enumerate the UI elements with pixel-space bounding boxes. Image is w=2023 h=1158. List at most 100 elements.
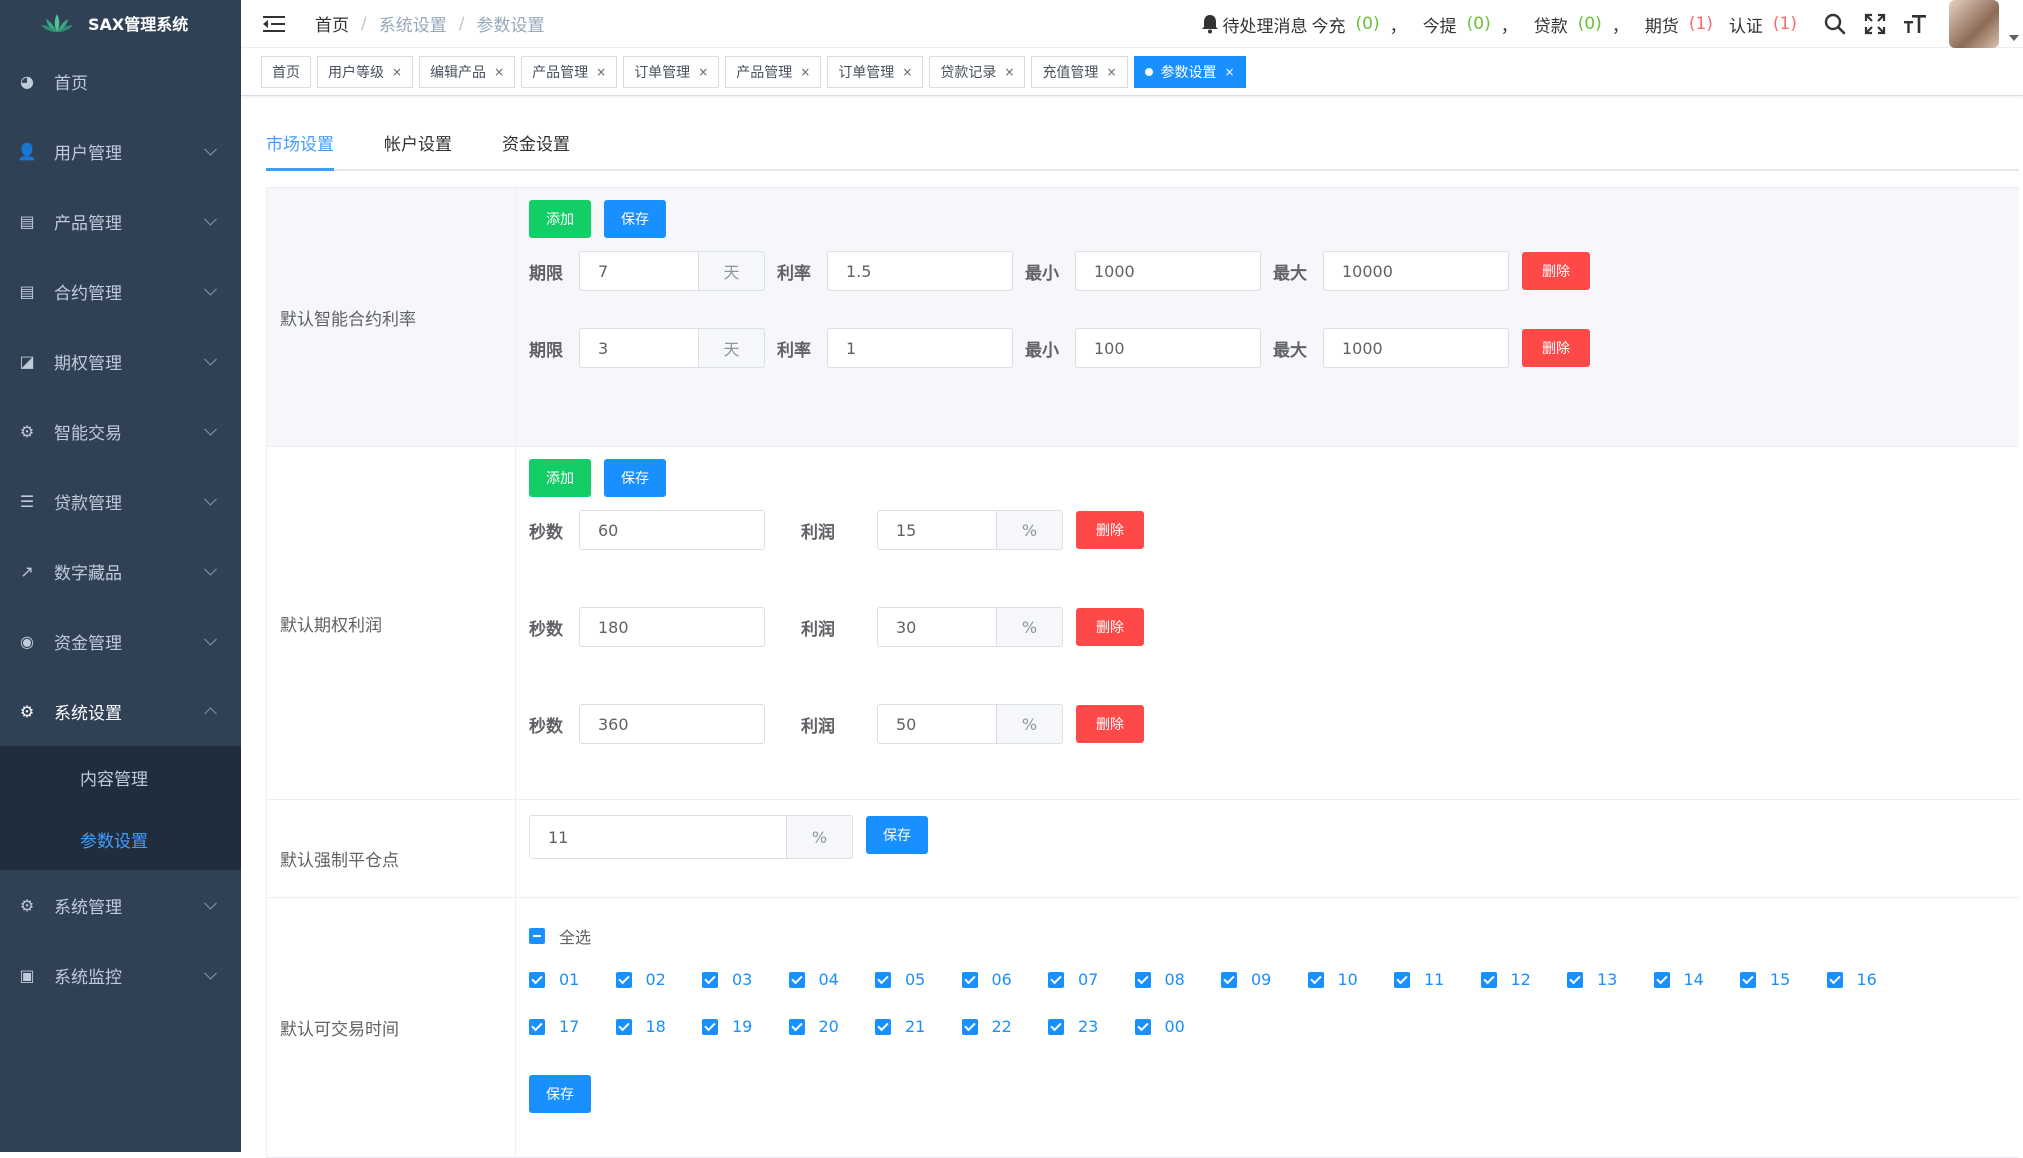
sidebar-item[interactable]: ◪期权管理 [0, 326, 241, 396]
hour-checkbox[interactable]: 00 [1135, 1017, 1222, 1036]
sidebar-item[interactable]: ⚙系统管理 [0, 870, 241, 940]
checkbox-checked-icon [1481, 972, 1497, 988]
tab-item[interactable]: 资金设置 [502, 130, 570, 169]
hour-checkbox[interactable]: 19 [702, 1017, 789, 1036]
sidebar-item[interactable]: ◕首页 [0, 46, 241, 116]
tag-item[interactable]: 参数设置× [1134, 56, 1246, 88]
font-size-icon[interactable] [1903, 12, 1927, 36]
delete-button[interactable]: 删除 [1522, 252, 1590, 290]
max-input[interactable]: 1000 [1323, 328, 1509, 368]
sidebar-item[interactable]: ☰贷款管理 [0, 466, 241, 536]
hour-checkbox[interactable]: 14 [1654, 970, 1741, 989]
period-input[interactable]: 3 [579, 328, 699, 368]
delete-button[interactable]: 删除 [1076, 511, 1144, 549]
breadcrumb-item[interactable]: 首页 [315, 11, 349, 36]
save-button[interactable]: 保存 [604, 459, 666, 497]
select-all-checkbox[interactable]: 全选 [529, 924, 591, 948]
profit-input[interactable]: 30 [877, 607, 997, 647]
sidebar-item[interactable]: ⚙智能交易 [0, 396, 241, 466]
tag-item[interactable]: 订单管理× [623, 56, 719, 88]
delete-button[interactable]: 删除 [1076, 705, 1144, 743]
hour-checkbox[interactable]: 11 [1394, 970, 1481, 989]
add-button[interactable]: 添加 [529, 459, 591, 497]
profit-input[interactable]: 15 [877, 510, 997, 550]
submenu-item[interactable]: 参数设置 [0, 808, 241, 870]
sidebar-item-label: 首页 [54, 69, 88, 94]
delete-button[interactable]: 删除 [1076, 608, 1144, 646]
add-button[interactable]: 添加 [529, 200, 591, 238]
hour-label: 07 [1078, 970, 1098, 989]
close-icon[interactable]: × [1004, 65, 1014, 79]
hour-checkbox[interactable]: 02 [616, 970, 703, 989]
sidebar-item[interactable]: ◉资金管理 [0, 606, 241, 676]
caret-down-icon[interactable] [2009, 35, 2019, 41]
max-input[interactable]: 10000 [1323, 251, 1509, 291]
period-input[interactable]: 7 [579, 251, 699, 291]
hour-checkbox[interactable]: 21 [875, 1017, 962, 1036]
fullscreen-icon[interactable] [1863, 12, 1887, 36]
close-icon[interactable]: × [494, 65, 504, 79]
sidebar-item[interactable]: ⚙系统设置 [0, 676, 241, 746]
sidebar-item[interactable]: ↗数字藏品 [0, 536, 241, 606]
logo[interactable]: SAX管理系统 [0, 0, 241, 46]
hour-checkbox[interactable]: 06 [962, 970, 1049, 989]
close-icon[interactable]: × [800, 65, 810, 79]
save-button[interactable]: 保存 [604, 200, 666, 238]
tab-item[interactable]: 市场设置 [266, 130, 334, 169]
seconds-input[interactable]: 60 [579, 510, 765, 550]
hour-checkbox[interactable]: 22 [962, 1017, 1049, 1036]
close-icon[interactable]: × [392, 65, 402, 79]
tag-item[interactable]: 编辑产品× [419, 56, 515, 88]
hour-checkbox[interactable]: 17 [529, 1017, 616, 1036]
close-icon[interactable]: × [1106, 65, 1116, 79]
tag-item[interactable]: 首页 [261, 56, 311, 88]
close-icon[interactable]: × [1225, 65, 1235, 79]
tag-item[interactable]: 充值管理× [1031, 56, 1127, 88]
search-icon[interactable] [1823, 12, 1847, 36]
liquidation-input[interactable]: 11 [529, 815, 787, 859]
tag-item[interactable]: 产品管理× [521, 56, 617, 88]
hour-checkbox[interactable]: 01 [529, 970, 616, 989]
avatar[interactable] [1949, 0, 1999, 48]
seconds-input[interactable]: 180 [579, 607, 765, 647]
tag-item[interactable]: 产品管理× [725, 56, 821, 88]
hour-checkbox[interactable]: 07 [1048, 970, 1135, 989]
sidebar-item[interactable]: ▣系统监控 [0, 940, 241, 1010]
submenu-item[interactable]: 内容管理 [0, 746, 241, 808]
pending-notice[interactable]: 待处理消息 今充(0)，今提(0)，贷款(0)，期货(1)认证(1) [1201, 12, 1797, 37]
tag-item[interactable]: 订单管理× [827, 56, 923, 88]
sidebar-item[interactable]: ▤合约管理 [0, 256, 241, 326]
tag-item[interactable]: 贷款记录× [929, 56, 1025, 88]
hour-checkbox[interactable]: 13 [1567, 970, 1654, 989]
hour-checkbox[interactable]: 23 [1048, 1017, 1135, 1036]
save-button[interactable]: 保存 [866, 816, 928, 854]
hour-checkbox[interactable]: 15 [1740, 970, 1827, 989]
hour-checkbox[interactable]: 18 [616, 1017, 703, 1036]
profit-input[interactable]: 50 [877, 704, 997, 744]
seconds-input[interactable]: 360 [579, 704, 765, 744]
close-icon[interactable]: × [698, 65, 708, 79]
min-input[interactable]: 1000 [1075, 251, 1261, 291]
hour-checkbox[interactable]: 16 [1827, 970, 1914, 989]
rate-input[interactable]: 1 [827, 328, 1013, 368]
sidebar-item[interactable]: 👤用户管理 [0, 116, 241, 186]
close-icon[interactable]: × [902, 65, 912, 79]
hour-checkbox[interactable]: 05 [875, 970, 962, 989]
tag-item[interactable]: 用户等级× [317, 56, 413, 88]
hour-checkbox[interactable]: 04 [789, 970, 876, 989]
hour-checkbox[interactable]: 10 [1308, 970, 1395, 989]
sidebar-item[interactable]: ▤产品管理 [0, 186, 241, 256]
breadcrumb-separator: / [459, 14, 465, 34]
close-icon[interactable]: × [596, 65, 606, 79]
hour-checkbox[interactable]: 09 [1221, 970, 1308, 989]
delete-button[interactable]: 删除 [1522, 329, 1590, 367]
hour-checkbox[interactable]: 03 [702, 970, 789, 989]
save-button[interactable]: 保存 [529, 1075, 591, 1113]
rate-input[interactable]: 1.5 [827, 251, 1013, 291]
tab-item[interactable]: 帐户设置 [384, 130, 452, 169]
hamburger-icon[interactable] [263, 15, 285, 33]
hour-checkbox[interactable]: 12 [1481, 970, 1568, 989]
hour-checkbox[interactable]: 20 [789, 1017, 876, 1036]
hour-checkbox[interactable]: 08 [1135, 970, 1222, 989]
min-input[interactable]: 100 [1075, 328, 1261, 368]
